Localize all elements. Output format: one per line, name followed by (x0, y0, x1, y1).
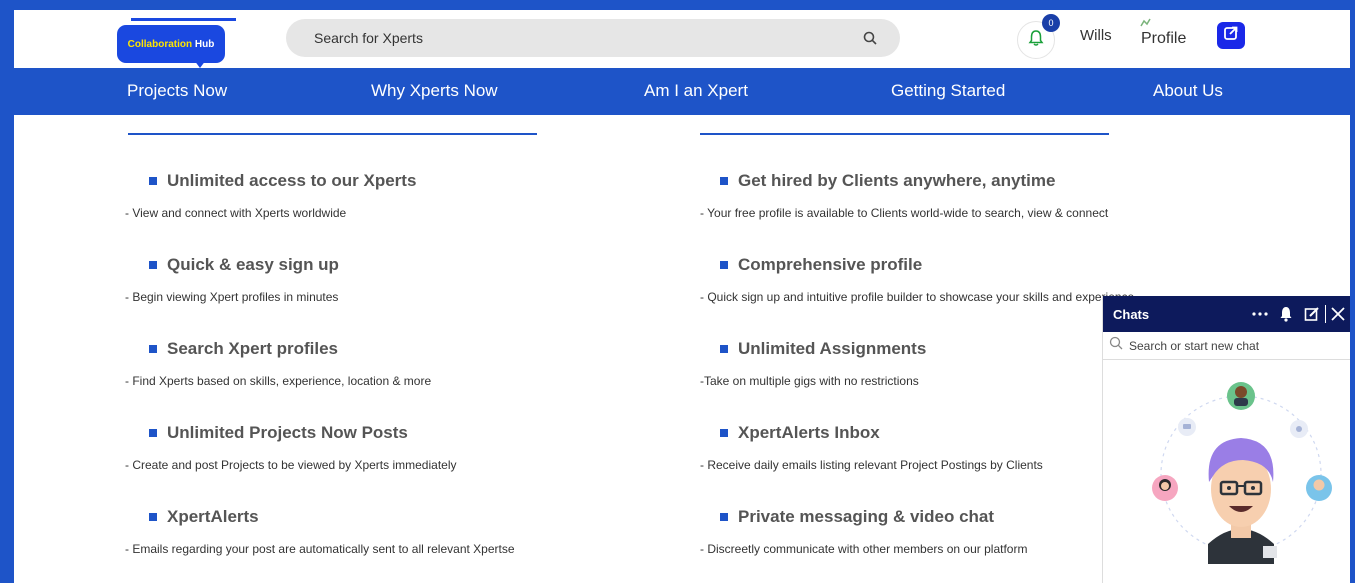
nav-why-xperts-now[interactable]: Why Xperts Now (371, 81, 498, 101)
feature-description: - Quick sign up and intuitive profile bu… (700, 290, 1135, 304)
logo-text-primary: Collaboration (127, 38, 193, 50)
chat-search-bar[interactable]: Search or start new chat (1103, 332, 1350, 360)
feature-title: Search Xpert profiles (149, 339, 338, 359)
chat-title: Chats (1113, 306, 1150, 322)
feature-description: - Your free profile is available to Clie… (700, 206, 1109, 220)
username[interactable]: Wills (1080, 27, 1112, 44)
logo[interactable]: Collaboration Hub (117, 25, 225, 63)
bullet-icon (720, 177, 728, 185)
chat-search-input[interactable]: Search or start new chat (1129, 339, 1259, 353)
compose-icon[interactable] (1299, 306, 1325, 322)
feature-description: - Begin viewing Xpert profiles in minute… (125, 290, 339, 304)
notifications-button[interactable]: 0 (1017, 14, 1060, 59)
logo-text: Collaboration Hub (128, 39, 215, 50)
feature-description: - Discreetly communicate with other memb… (700, 542, 1028, 556)
feature-description: - View and connect with Xperts worldwide (125, 206, 347, 220)
feature-title: Quick & easy sign up (149, 255, 339, 275)
profile-link[interactable]: Profile (1141, 30, 1186, 48)
bullet-icon (720, 261, 728, 269)
search-bar[interactable]: Search for Xperts (286, 19, 900, 57)
more-options-icon[interactable] (1247, 312, 1273, 316)
search-icon (1109, 336, 1123, 355)
close-icon[interactable] (1326, 307, 1350, 321)
feature-description: -Take on multiple gigs with no restricti… (700, 374, 919, 388)
bullet-icon (149, 429, 157, 437)
profile-image-icon (1140, 14, 1152, 27)
feature-title: XpertAlerts Inbox (720, 423, 880, 443)
feature-description: - Create and post Projects to be viewed … (125, 458, 457, 472)
chat-panel: Chats Search or start new chat (1102, 296, 1350, 583)
column-divider-right (700, 133, 1109, 135)
header: Collaboration Hub Search for Xperts 0 Wi… (14, 10, 1350, 68)
bullet-icon (149, 177, 157, 185)
feature-title: Unlimited Assignments (720, 339, 926, 359)
search-icon[interactable] (860, 28, 880, 48)
bell-icon[interactable] (1273, 306, 1299, 322)
chat-header: Chats (1103, 296, 1350, 332)
logo-accent-bar (131, 18, 236, 21)
feature-title: Comprehensive profile (720, 255, 922, 275)
nav-getting-started[interactable]: Getting Started (891, 81, 1005, 101)
logout-icon (1223, 25, 1239, 46)
bullet-icon (720, 513, 728, 521)
bullet-icon (720, 345, 728, 353)
search-input[interactable]: Search for Xperts (314, 30, 860, 46)
feature-description: - Receive daily emails listing relevant … (700, 458, 1043, 472)
bullet-icon (149, 513, 157, 521)
chat-empty-illustration (1152, 382, 1332, 564)
chat-controls (1247, 305, 1350, 323)
app-frame: Collaboration Hub Search for Xperts 0 Wi… (14, 10, 1350, 583)
notification-badge: 0 (1042, 14, 1060, 32)
feature-title: Get hired by Clients anywhere, anytime (720, 171, 1055, 191)
column-divider-left (128, 133, 537, 135)
bullet-icon (149, 345, 157, 353)
nav-about-us[interactable]: About Us (1153, 81, 1223, 101)
main-nav: Projects Now Why Xperts Now Am I an Xper… (14, 68, 1350, 115)
feature-description: - Find Xperts based on skills, experienc… (125, 374, 432, 388)
feature-title: Private messaging & video chat (720, 507, 994, 527)
feature-title: XpertAlerts (149, 507, 259, 527)
logo-tail (194, 60, 206, 68)
bell-icon (1028, 29, 1044, 52)
bullet-icon (720, 429, 728, 437)
bullet-icon (149, 261, 157, 269)
feature-title: Unlimited Projects Now Posts (149, 423, 408, 443)
nav-projects-now[interactable]: Projects Now (127, 81, 227, 101)
feature-description: - Emails regarding your post are automat… (125, 542, 515, 556)
feature-title: Unlimited access to our Xperts (149, 171, 416, 191)
logout-button[interactable] (1217, 22, 1245, 49)
nav-am-i-an-xpert[interactable]: Am I an Xpert (644, 81, 748, 101)
logo-text-secondary: Hub (194, 38, 215, 50)
